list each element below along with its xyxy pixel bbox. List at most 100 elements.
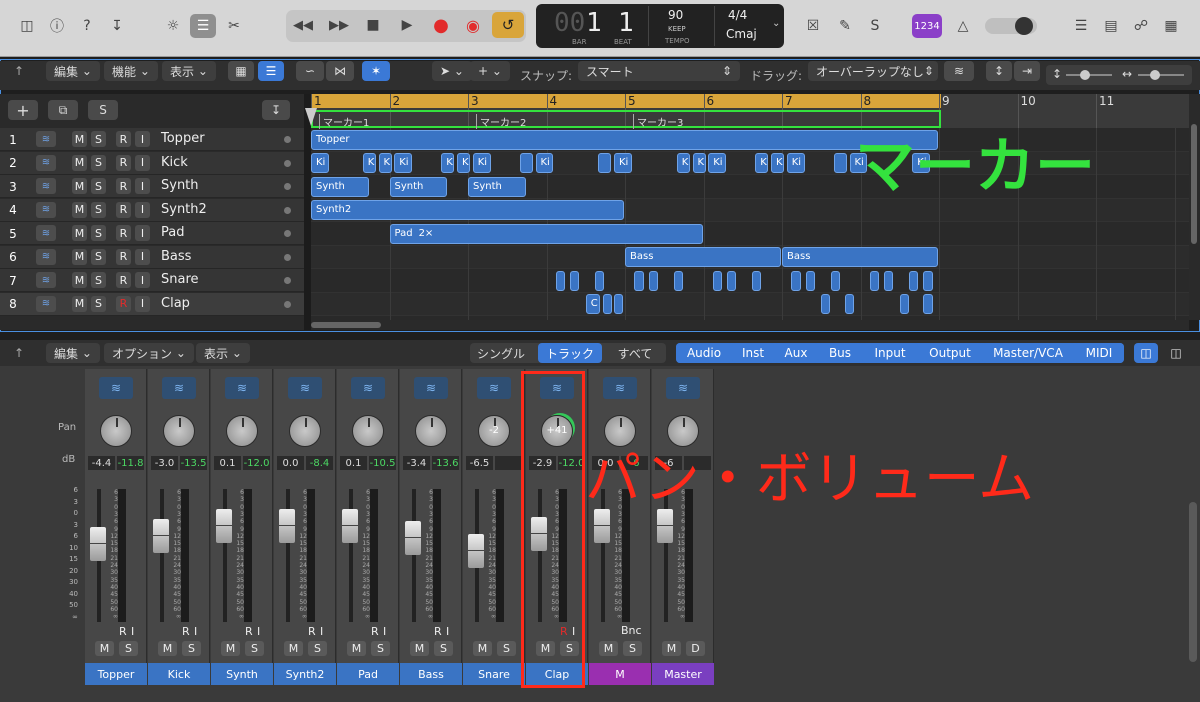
- track-on-off-icon[interactable]: [284, 183, 291, 190]
- view-mode-single[interactable]: シングル: [470, 343, 532, 363]
- solo-mode-icon[interactable]: S: [862, 14, 888, 38]
- track-on-off-icon[interactable]: [284, 253, 291, 261]
- solo-button[interactable]: S: [91, 201, 106, 218]
- mute-button[interactable]: M: [72, 178, 87, 194]
- audio-region[interactable]: Bass: [782, 247, 938, 267]
- volume-db-value[interactable]: -3.4: [403, 456, 430, 470]
- audio-region[interactable]: K: [441, 153, 455, 173]
- audio-region[interactable]: [555, 270, 566, 291]
- audio-channel-icon[interactable]: ≋: [162, 377, 196, 399]
- input-monitor-button[interactable]: I: [135, 201, 150, 218]
- filter-bus[interactable]: Bus: [818, 343, 862, 363]
- track-row[interactable]: 2 ≋ M S R I Kick: [0, 151, 304, 175]
- audio-region[interactable]: [830, 270, 840, 291]
- duplicate-track-icon[interactable]: ⧉: [48, 100, 78, 120]
- add-track-button[interactable]: +: [8, 100, 38, 120]
- play-icon[interactable]: ▶: [394, 13, 420, 37]
- audio-region[interactable]: Synth: [468, 176, 526, 197]
- mute-button[interactable]: M: [221, 641, 240, 656]
- filter-inst[interactable]: Inst: [732, 343, 774, 363]
- volume-fader[interactable]: [342, 509, 358, 543]
- filter-audio[interactable]: Audio: [676, 343, 732, 363]
- record-enable-button[interactable]: R: [116, 154, 131, 171]
- solo-button[interactable]: S: [623, 641, 642, 656]
- mute-button[interactable]: M: [72, 201, 87, 218]
- audio-region[interactable]: [614, 294, 624, 314]
- audio-region[interactable]: Synth: [311, 176, 369, 197]
- solo-button[interactable]: D: [686, 641, 705, 656]
- track-lane[interactable]: [311, 269, 1189, 293]
- vertical-zoom-icon[interactable]: ↕: [986, 61, 1012, 81]
- narrow-strips-icon[interactable]: ◫: [1134, 343, 1158, 363]
- list-editors-icon[interactable]: ☒: [800, 14, 826, 38]
- mute-button[interactable]: M: [95, 641, 114, 656]
- channel-name[interactable]: M: [589, 663, 651, 685]
- mute-button[interactable]: M: [72, 225, 87, 241]
- audio-region[interactable]: [727, 270, 737, 291]
- rewind-icon[interactable]: ◀◀: [290, 13, 316, 37]
- editors-scissors-icon[interactable]: ✂: [221, 14, 247, 38]
- filter-output[interactable]: Output: [918, 343, 982, 363]
- audio-region[interactable]: [752, 270, 762, 291]
- track-row[interactable]: 8 ≋ M S R I Clap: [0, 292, 304, 316]
- filter-aux[interactable]: Aux: [774, 343, 818, 363]
- horizontal-scrollbar[interactable]: [311, 320, 1189, 330]
- audio-region[interactable]: [598, 153, 612, 173]
- audio-region[interactable]: Pad 2×: [389, 223, 703, 244]
- pointer-tool-menu[interactable]: ➤ ⌄: [432, 61, 472, 81]
- mute-button[interactable]: M: [473, 641, 492, 656]
- track-on-off-icon[interactable]: [284, 300, 291, 308]
- track-on-off-icon[interactable]: [284, 159, 291, 167]
- function-menu[interactable]: 機能 ⌄: [104, 61, 158, 81]
- solo-button[interactable]: S: [91, 295, 106, 312]
- volume-fader[interactable]: [279, 509, 295, 543]
- audio-region[interactable]: [923, 270, 933, 291]
- input-monitor-button[interactable]: I: [135, 154, 150, 171]
- audio-region[interactable]: K: [362, 153, 376, 173]
- volume-db-value[interactable]: 0.1: [214, 456, 241, 470]
- cycle-icon[interactable]: ↺: [492, 12, 524, 38]
- fast-forward-icon[interactable]: ▶▶: [326, 13, 352, 37]
- mixer-icon[interactable]: ☰: [190, 14, 216, 38]
- channel-name[interactable]: Bass: [400, 663, 462, 685]
- solo-button[interactable]: S: [182, 641, 201, 656]
- solo-button[interactable]: S: [245, 641, 264, 656]
- input-monitor-button[interactable]: I: [257, 625, 260, 638]
- master-volume-slider[interactable]: [985, 17, 1037, 35]
- solo-button[interactable]: S: [371, 641, 390, 656]
- track-lane[interactable]: [311, 292, 1189, 316]
- loop-browser-icon[interactable]: ☍: [1128, 14, 1154, 38]
- lcd-chevron-down-icon[interactable]: ⌄: [772, 18, 780, 29]
- mute-button[interactable]: M: [347, 641, 366, 656]
- track-row[interactable]: 4 ≋ M S R I Synth2: [0, 198, 304, 222]
- mixer-view-menu[interactable]: 表示 ⌄: [196, 343, 250, 363]
- record-enable-button[interactable]: R: [116, 178, 131, 194]
- toolbar-icon[interactable]: ↧: [104, 14, 130, 38]
- audio-region[interactable]: K: [755, 153, 769, 173]
- volume-db-value[interactable]: -4.4: [88, 456, 115, 470]
- audio-region[interactable]: [869, 270, 880, 291]
- audio-channel-icon[interactable]: ≋: [414, 377, 448, 399]
- audio-channel-icon[interactable]: ≋: [603, 377, 637, 399]
- volume-db-value[interactable]: -3.0: [151, 456, 178, 470]
- audio-region[interactable]: C: [585, 294, 601, 314]
- solo-button[interactable]: S: [434, 641, 453, 656]
- view-menu[interactable]: 表示 ⌄: [162, 61, 216, 81]
- track-row[interactable]: 6 ≋ M S R I Bass: [0, 245, 304, 269]
- record-enable-button[interactable]: R: [245, 625, 253, 638]
- volume-db-value[interactable]: 0.1: [340, 456, 367, 470]
- marker[interactable]: マーカー2: [476, 114, 526, 129]
- filter-master-vca[interactable]: Master/VCA: [982, 343, 1074, 363]
- track-on-off-icon[interactable]: [284, 136, 291, 143]
- filter-midi[interactable]: MIDI: [1074, 343, 1124, 363]
- track-row[interactable]: 7 ≋ M S R I Snare: [0, 269, 304, 292]
- audio-region[interactable]: Topper: [311, 129, 938, 150]
- vertical-scroll-thumb[interactable]: [1191, 124, 1197, 244]
- channel-name[interactable]: Snare: [463, 663, 525, 685]
- solo-button[interactable]: S: [91, 178, 106, 194]
- audio-region[interactable]: Ki: [786, 153, 805, 173]
- record-enable-button[interactable]: R: [116, 131, 131, 147]
- track-on-off-icon[interactable]: [284, 206, 291, 214]
- solo-button[interactable]: S: [497, 641, 516, 656]
- master-volume-knob[interactable]: [1015, 17, 1033, 35]
